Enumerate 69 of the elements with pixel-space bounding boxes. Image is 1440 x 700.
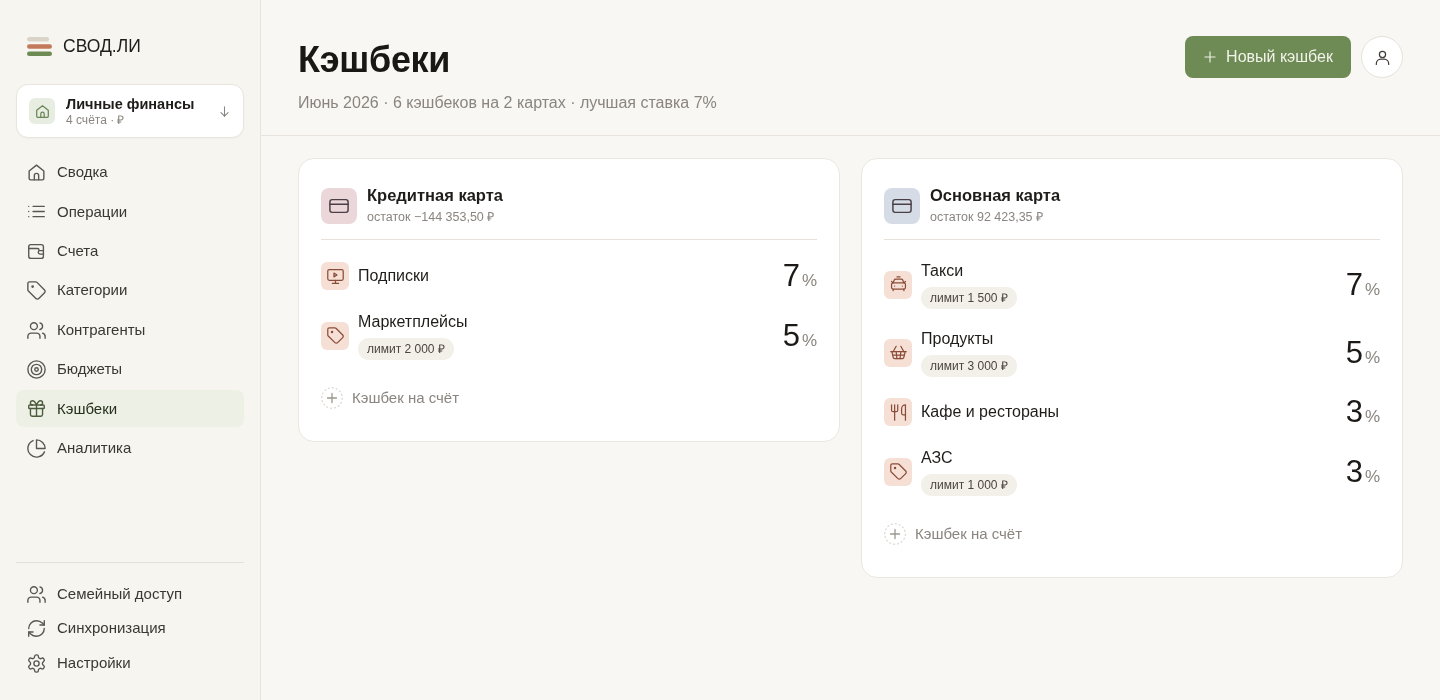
limit-badge: лимит 1 500 ₽ <box>921 287 1017 309</box>
plus-icon <box>1203 50 1218 64</box>
category-name: Подписки <box>358 266 429 286</box>
category-name: Маркетплейсы <box>358 312 468 332</box>
add-cashback-button[interactable]: Кэшбек на счёт <box>321 387 460 409</box>
refresh-icon <box>27 619 46 638</box>
category-name: АЗС <box>921 448 953 468</box>
card-balance: остаток −144 353,50 ₽ <box>367 209 496 226</box>
fork-knife-icon <box>884 398 912 426</box>
percent-sign: % <box>1364 279 1380 300</box>
nav-item[interactable]: Категории <box>16 272 244 310</box>
category-name: Продукты <box>921 329 994 349</box>
nav-item[interactable]: Настройки <box>16 647 244 679</box>
profile-button[interactable] <box>1361 36 1403 78</box>
nav-item[interactable]: Кэшбеки <box>16 390 244 428</box>
cashback-rate: 7 <box>782 260 800 292</box>
cashback-rate: 5 <box>782 319 800 352</box>
tag-icon <box>27 281 46 301</box>
basket-icon <box>884 338 912 367</box>
cashback-rate: 3 <box>1345 455 1363 488</box>
tag-icon <box>321 321 349 350</box>
gift-icon <box>27 399 46 419</box>
page-title: Кэшбеки <box>298 38 452 82</box>
nav-item[interactable]: Операции <box>16 193 244 231</box>
plus-icon <box>321 387 343 409</box>
nav-item[interactable]: Сводка <box>16 154 244 191</box>
workspace-name: Личные финансы <box>66 94 196 113</box>
settings-icon <box>27 653 46 673</box>
logo-icon <box>27 36 52 56</box>
category-name: Кафе и рестораны <box>921 402 1060 422</box>
cashback-rate: 7 <box>1345 268 1363 301</box>
wallet-icon <box>27 241 46 261</box>
workspace-subtitle: 4 счёта · ₽ <box>66 112 126 128</box>
nav-item[interactable]: Семейный доступ <box>16 578 244 610</box>
card-title: Основная карта <box>930 185 1061 205</box>
taxi-icon <box>884 270 912 299</box>
cashback-rate: 3 <box>1345 396 1363 428</box>
nav-item[interactable]: Аналитика <box>16 429 244 467</box>
category-name: Такси <box>921 261 964 281</box>
card-title: Кредитная карта <box>367 185 503 205</box>
percent-sign: % <box>1364 466 1380 487</box>
app-logo-text: СВОД.ЛИ <box>63 35 141 57</box>
target-icon <box>27 359 46 379</box>
nav-item[interactable]: Бюджеты <box>16 350 244 388</box>
percent-sign: % <box>801 330 817 351</box>
user-icon <box>1373 48 1391 66</box>
percent-sign: % <box>1364 347 1380 368</box>
limit-badge: лимит 1 000 ₽ <box>921 474 1017 496</box>
limit-badge: лимит 2 000 ₽ <box>358 338 454 360</box>
percent-sign: % <box>1364 407 1380 427</box>
plus-icon <box>884 523 906 545</box>
cashback-rate: 5 <box>1345 336 1363 369</box>
arrow-down-icon <box>218 104 231 118</box>
people-icon <box>27 320 46 340</box>
pie-chart-icon <box>27 438 46 458</box>
add-cashback-button[interactable]: Кэшбек на счёт <box>884 523 1023 545</box>
workspace-switcher[interactable]: Личные финансы 4 счёта · ₽ <box>16 84 244 138</box>
percent-sign: % <box>801 271 817 291</box>
nav-item[interactable]: Контрагенты <box>16 311 244 349</box>
home-icon <box>29 98 55 124</box>
people-icon <box>27 584 46 604</box>
monitor-play-icon <box>321 262 349 290</box>
card-balance: остаток 92 423,35 ₽ <box>930 209 1045 226</box>
tag-icon <box>884 457 912 486</box>
page-subtitle: Июнь 2026 · 6 кэшбеков на 2 картах · лучшая ставка 7% <box>298 93 717 113</box>
nav-item[interactable]: Счета <box>16 232 244 270</box>
limit-badge: лимит 3 000 ₽ <box>921 355 1017 377</box>
home-icon <box>27 163 46 182</box>
nav-item[interactable]: Синхронизация <box>16 612 244 645</box>
